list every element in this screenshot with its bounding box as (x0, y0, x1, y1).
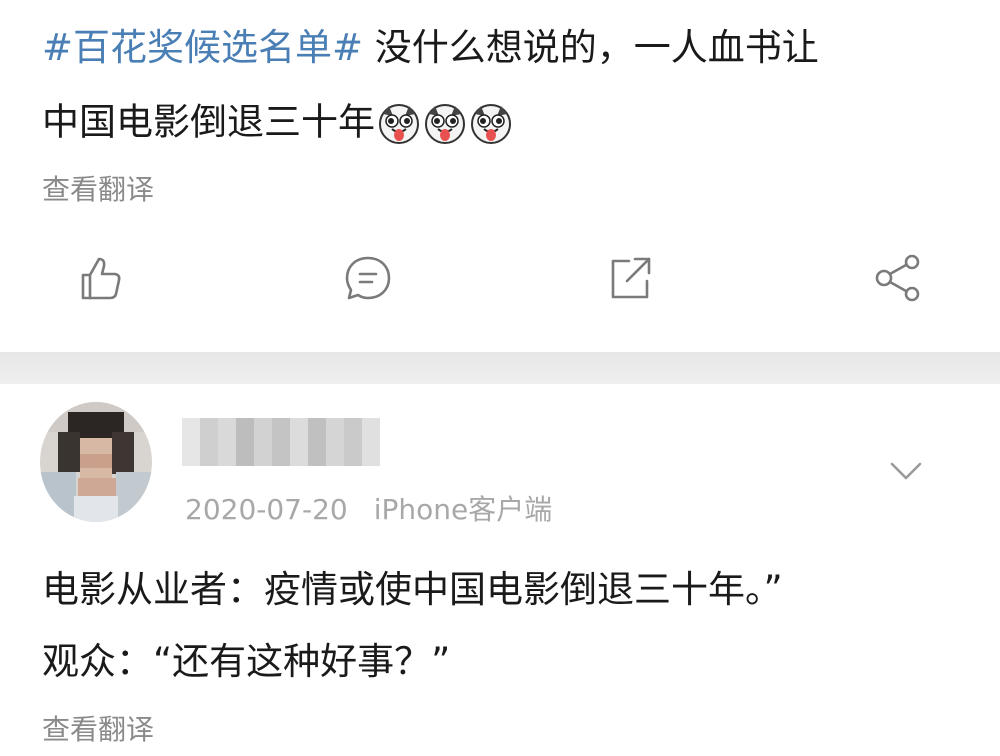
hashtag-link[interactable]: #百花奖候选名单# (42, 26, 363, 69)
husky-tongue-emoji-icon (425, 104, 465, 144)
chevron-down-icon (890, 462, 922, 480)
avatar[interactable] (40, 402, 152, 522)
husky-tongue-emoji-icon (471, 104, 511, 144)
comment-source: iPhone客户端 (373, 493, 553, 526)
thumbs-up-icon (81, 257, 121, 300)
post-text: 中国电影倒退三十年 (42, 100, 375, 144)
like-button[interactable] (70, 248, 130, 308)
share-icon (875, 254, 920, 302)
feed-divider (0, 352, 1000, 384)
comment-menu-button[interactable] (884, 452, 928, 492)
post-text-line-2: 中国电影倒退三十年 (42, 102, 972, 146)
translate-link[interactable]: 查看翻译 (42, 168, 154, 208)
comment-date: 2020-07-20 (185, 493, 348, 526)
emoji-row (377, 102, 513, 146)
post-card: #百花奖候选名单# 没什么想说的，一人血书让 中国电影倒退三十年 查看翻译 (0, 0, 1000, 352)
username-blurred[interactable] (182, 418, 384, 466)
repost-icon (611, 257, 651, 299)
post-text: 没什么想说的，一人血书让 (363, 26, 819, 69)
comment-button[interactable] (338, 248, 398, 308)
comment-bubble-icon (345, 256, 391, 300)
comment-text-line-1: 电影从业者：疫情或使中国电影倒退三十年。” (42, 568, 783, 611)
post-text-line-1: #百花奖候选名单# 没什么想说的，一人血书让 (42, 28, 972, 68)
husky-tongue-emoji-icon (379, 104, 419, 144)
weibo-feed: #百花奖候选名单# 没什么想说的，一人血书让 中国电影倒退三十年 查看翻译 20… (0, 0, 1000, 756)
post-action-bar (0, 248, 1000, 318)
repost-button[interactable] (600, 248, 660, 308)
translate-link[interactable]: 查看翻译 (42, 708, 154, 748)
comment-text-line-2: 观众：“还有这种好事？” (42, 640, 451, 683)
comment-meta: 2020-07-20 iPhone客户端 (185, 488, 552, 528)
share-button[interactable] (868, 248, 928, 308)
